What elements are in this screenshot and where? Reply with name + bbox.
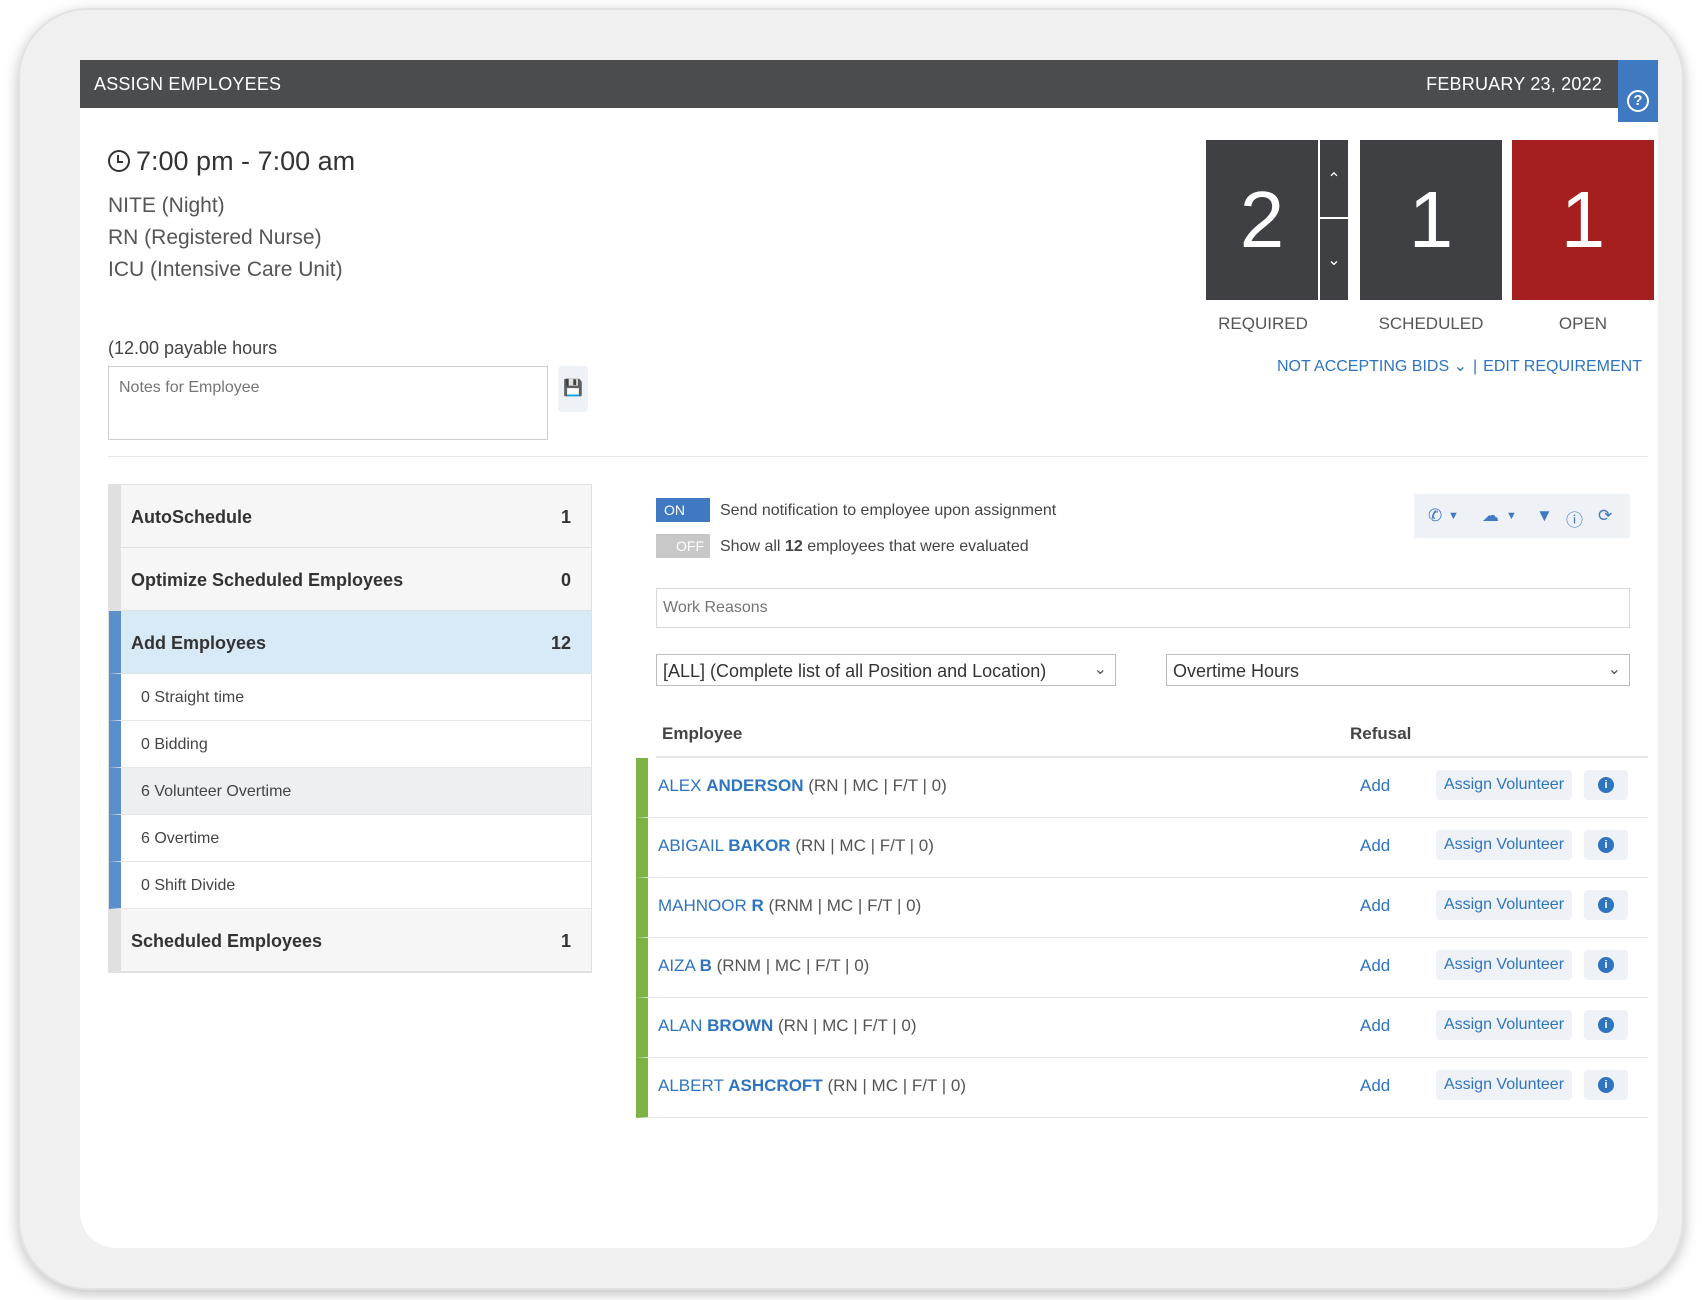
employee-column-header: Employee (662, 724, 743, 743)
sidebar-item-optimize[interactable]: Optimize Scheduled Employees 0 (109, 548, 591, 611)
table-row: AIZA B (RNM | MC | F/T | 0) Add Assign V… (636, 938, 1648, 998)
tablet-frame: ASSIGN EMPLOYEES FEBRUARY 23, 2022 ? 7:0… (18, 8, 1684, 1290)
info-button[interactable]: i (1584, 770, 1628, 800)
add-link[interactable]: Add (1360, 1016, 1390, 1036)
page-title: ASSIGN EMPLOYEES (94, 74, 282, 94)
required-count: 2 (1206, 140, 1318, 300)
toolbar: ✆ ▼ ☁ ▼ ▼ ⓘ ⟳ (1414, 494, 1630, 538)
assign-volunteer-button[interactable]: Assign Volunteer (1436, 1070, 1572, 1100)
required-stepper[interactable]: ⌃ ⌄ (1320, 140, 1348, 300)
info-button[interactable]: i (1584, 1070, 1628, 1100)
required-label: REQUIRED (1218, 314, 1308, 333)
info-icon: i (1598, 837, 1614, 853)
info-icon: i (1598, 1017, 1614, 1033)
add-link[interactable]: Add (1360, 896, 1390, 916)
sidebar-subitem-volunteer-overtime[interactable]: 6 Volunteer Overtime (109, 768, 591, 815)
open-label: OPEN (1558, 314, 1608, 333)
app-screen: ASSIGN EMPLOYEES FEBRUARY 23, 2022 ? 7:0… (80, 60, 1658, 1248)
assign-volunteer-button[interactable]: Assign Volunteer (1436, 1010, 1572, 1040)
help-icon: ? (1627, 90, 1649, 112)
filter-icon[interactable]: ▼ (1536, 506, 1553, 526)
info-button[interactable]: i (1584, 1010, 1628, 1040)
edit-requirement-link[interactable]: EDIT REQUIREMENT (1483, 358, 1642, 375)
employee-name-link[interactable]: ABIGAIL BAKOR (RN | MC | F/T | 0) (658, 836, 934, 856)
info-button[interactable]: i (1584, 890, 1628, 920)
notes-for-employee-input[interactable] (108, 366, 548, 440)
refusal-column-header: Refusal (1350, 724, 1412, 743)
table-row: ALBERT ASHCROFT (RN | MC | F/T | 0) Add … (636, 1058, 1648, 1118)
requirement-links: NOT ACCEPTING BIDS ⌄ | EDIT REQUIREMENT (1276, 358, 1642, 375)
add-link[interactable]: Add (1360, 956, 1390, 976)
notification-toggle[interactable]: ON (656, 498, 710, 522)
employee-name-link[interactable]: ALBERT ASHCROFT (RN | MC | F/T | 0) (658, 1076, 966, 1096)
table-row: ABIGAIL BAKOR (RN | MC | F/T | 0) Add As… (636, 818, 1648, 878)
sort-select[interactable]: Overtime Hours ⌄ (1166, 654, 1630, 686)
shift-unit: ICU (Intensive Care Unit) (108, 258, 343, 281)
work-reasons-input[interactable] (656, 588, 1630, 628)
cloud-upload-icon[interactable]: ☁ (1482, 506, 1499, 526)
table-row: ALEX ANDERSON (RN | MC | F/T | 0) Add As… (636, 758, 1648, 818)
assign-volunteer-button[interactable]: Assign Volunteer (1436, 950, 1572, 980)
scheduled-label: SCHEDULED (1378, 314, 1484, 333)
info-button[interactable]: i (1584, 830, 1628, 860)
show-all-toggle[interactable]: OFF (656, 534, 710, 558)
clock-icon (108, 150, 130, 172)
chevron-down-icon: ⌄ (1453, 358, 1468, 375)
sidebar-subitem-bidding[interactable]: 0 Bidding (109, 721, 591, 768)
shift-time: 7:00 pm - 7:00 am (108, 146, 355, 177)
chevron-up-icon[interactable]: ⌃ (1320, 140, 1348, 219)
add-link[interactable]: Add (1360, 836, 1390, 856)
table-row: MAHNOOR R (RNM | MC | F/T | 0) Add Assig… (636, 878, 1648, 938)
sidebar: AutoSchedule 1 Optimize Scheduled Employ… (108, 484, 592, 973)
open-count: 1 (1512, 140, 1654, 300)
help-button[interactable]: ? (1618, 60, 1658, 122)
position-location-select[interactable]: [ALL] (Complete list of all Position and… (656, 654, 1116, 686)
not-accepting-bids-dropdown[interactable]: NOT ACCEPTING BIDS ⌄ (1277, 358, 1467, 375)
sidebar-subitem-overtime[interactable]: 6 Overtime (109, 815, 591, 862)
info-button[interactable]: i (1584, 950, 1628, 980)
sidebar-item-autoschedule[interactable]: AutoSchedule 1 (109, 485, 591, 548)
page-date: FEBRUARY 23, 2022 (1426, 74, 1602, 94)
shift-position: RN (Registered Nurse) (108, 226, 322, 249)
assign-volunteer-button[interactable]: Assign Volunteer (1436, 770, 1572, 800)
title-bar: ASSIGN EMPLOYEES FEBRUARY 23, 2022 ? (80, 60, 1658, 122)
info-icon: i (1598, 957, 1614, 973)
scheduled-count: 1 (1360, 140, 1502, 300)
employee-name-link[interactable]: ALEX ANDERSON (RN | MC | F/T | 0) (658, 776, 947, 796)
info-icon: i (1598, 777, 1614, 793)
employee-name-link[interactable]: MAHNOOR R (RNM | MC | F/T | 0) (658, 896, 921, 916)
shift-name: NITE (Night) (108, 194, 225, 217)
section-divider (108, 456, 1648, 457)
floppy-disk-icon: 💾 (563, 380, 583, 397)
employee-panel: ON Send notification to employee upon as… (636, 484, 1648, 1148)
employee-name-link[interactable]: AIZA B (RNM | MC | F/T | 0) (658, 956, 869, 976)
cloud-dropdown-icon[interactable]: ▼ (1506, 510, 1517, 522)
payable-hours: (12.00 payable hours (108, 338, 278, 358)
phone-icon[interactable]: ✆ (1428, 506, 1442, 526)
chevron-down-icon: ⌄ (1093, 661, 1107, 678)
add-link[interactable]: Add (1360, 776, 1390, 796)
phone-dropdown-icon[interactable]: ▼ (1448, 510, 1459, 522)
info-icon[interactable]: ⓘ (1566, 506, 1583, 531)
info-icon: i (1598, 897, 1614, 913)
sidebar-subitem-straight-time[interactable]: 0 Straight time (109, 674, 591, 721)
add-link[interactable]: Add (1360, 1076, 1390, 1096)
sidebar-item-scheduled-employees[interactable]: Scheduled Employees 1 (109, 909, 591, 972)
chevron-down-icon: ⌄ (1607, 661, 1621, 678)
save-notes-button[interactable]: 💾 (558, 366, 588, 412)
assign-volunteer-button[interactable]: Assign Volunteer (1436, 890, 1572, 920)
sidebar-subitem-shift-divide[interactable]: 0 Shift Divide (109, 862, 591, 909)
assign-volunteer-button[interactable]: Assign Volunteer (1436, 830, 1572, 860)
sidebar-item-add-employees[interactable]: Add Employees 12 (109, 611, 591, 674)
table-row: ALAN BROWN (RN | MC | F/T | 0) Add Assig… (636, 998, 1648, 1058)
chevron-down-icon[interactable]: ⌄ (1320, 221, 1348, 300)
employee-name-link[interactable]: ALAN BROWN (RN | MC | F/T | 0) (658, 1016, 917, 1036)
notification-toggle-label: Send notification to employee upon assig… (720, 502, 1057, 519)
refresh-icon[interactable]: ⟳ (1598, 506, 1612, 526)
info-icon: i (1598, 1077, 1614, 1093)
show-all-toggle-label: Show all 12 employees that were evaluate… (720, 538, 1029, 555)
